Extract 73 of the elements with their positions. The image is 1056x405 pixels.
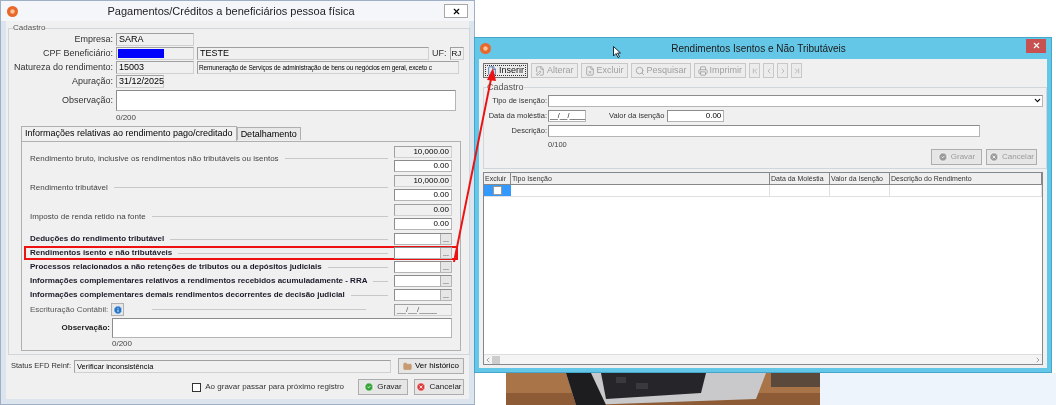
field-label: CPF Beneficiário: [41, 46, 113, 60]
scroll-left-icon [484, 355, 492, 364]
company-field[interactable]: SARA [116, 33, 194, 46]
window-title: Pagamentos/Créditos a beneficiários pessoa física [106, 3, 356, 19]
close-button[interactable] [444, 4, 468, 18]
row-label: Rendimento tributável [30, 181, 108, 194]
amount-field[interactable]: 0.00 [394, 159, 452, 172]
checkbox[interactable] [493, 185, 502, 195]
redaction-block [118, 49, 164, 58]
scroll-right-icon [1034, 355, 1042, 364]
cursor-icon [613, 46, 621, 58]
check-icon [937, 151, 948, 162]
checkbox[interactable] [192, 382, 202, 392]
notes-field[interactable] [112, 318, 452, 338]
file-plus-icon [487, 65, 497, 76]
history-button[interactable]: Ver histórico [397, 358, 464, 374]
row-label: Rendimento bruto, inclusive os rendimentos não tributáveis ou isentos [30, 152, 279, 165]
amount-field[interactable]: 0.00 [394, 203, 452, 216]
table-cell[interactable] [484, 184, 511, 196]
row-label: Informações complementares relativos a rendimentos recebidos acumuladamente - RRA [30, 275, 368, 287]
last-icon [792, 66, 801, 75]
printer-icon [697, 65, 708, 76]
close-icon [451, 6, 461, 16]
date-field[interactable]: __/__/____ [394, 303, 452, 316]
file-edit-icon [535, 65, 545, 76]
app-logo-icon [480, 43, 491, 54]
notes-field[interactable] [116, 90, 456, 111]
code-field[interactable]: 15003 [116, 61, 194, 74]
scroll-thumb[interactable] [492, 355, 500, 364]
description-field[interactable] [548, 124, 980, 137]
amount-field[interactable]: 0.00 [667, 109, 725, 122]
character-counter: 0/200 [112, 339, 134, 349]
field-label: Observação: [60, 93, 113, 107]
row-label: Informações complementares demais rendimentos decorrentes de decisão judicial [30, 289, 345, 301]
close-icon [989, 151, 999, 162]
file-x-icon [584, 65, 595, 76]
row-label: Rendimentos isento e não tributáveis [30, 247, 173, 259]
field-label: UF: [432, 46, 447, 60]
close-icon [416, 382, 427, 392]
save-button[interactable]: Gravar [358, 379, 408, 395]
cpf-field[interactable] [116, 47, 194, 60]
checkbox-label: Ao gravar passar para próximo registro [205, 381, 344, 393]
info-icon[interactable] [111, 303, 125, 316]
date-field[interactable]: 31/12/2025 [116, 75, 164, 88]
search-icon [634, 65, 645, 76]
toolbar-button[interactable]: Inserir [483, 63, 528, 78]
state-field[interactable]: RJ [449, 47, 464, 60]
first-icon [750, 66, 759, 75]
amount-field[interactable]: 10,000.00 [394, 174, 452, 187]
window-title: Rendimentos Isentos e Não Tributáveis [671, 42, 846, 56]
name-field[interactable]: TESTE [197, 47, 429, 60]
amount-field[interactable]: 0.00 [394, 188, 452, 201]
amount-field[interactable]: 0.00 [394, 217, 452, 230]
field-label: Natureza do rendimento: [13, 60, 113, 74]
cancel-button[interactable]: Cancelar [414, 379, 464, 395]
group-title: Cadastro [13, 23, 46, 33]
tab[interactable]: Informações relativas ao rendimento pago/creditado [21, 126, 237, 141]
folder-icon [402, 361, 412, 371]
field-label: Empresa: [73, 32, 113, 46]
app-logo-icon [7, 5, 18, 17]
check-icon [364, 382, 375, 392]
horizontal-scrollbar[interactable] [484, 354, 1042, 364]
tab[interactable]: Detalhamento [236, 127, 301, 140]
row-label: Processos relacionados a não retenções de tributos ou a depósitos judiciais [30, 261, 322, 273]
row-label: Imposto de renda retido na fonte [30, 210, 146, 223]
field-label: Apuração: [70, 74, 113, 88]
field-label: Observação: [60, 322, 110, 334]
row-label: Deduções do rendimento tributável [30, 233, 165, 245]
character-counter: 0/200 [116, 112, 138, 123]
close-icon [1031, 41, 1041, 50]
dropdown-field[interactable] [548, 94, 1043, 107]
amount-field[interactable]: 10,000.00 [394, 145, 452, 158]
row-label: Escrituração Contábil: [30, 303, 109, 316]
